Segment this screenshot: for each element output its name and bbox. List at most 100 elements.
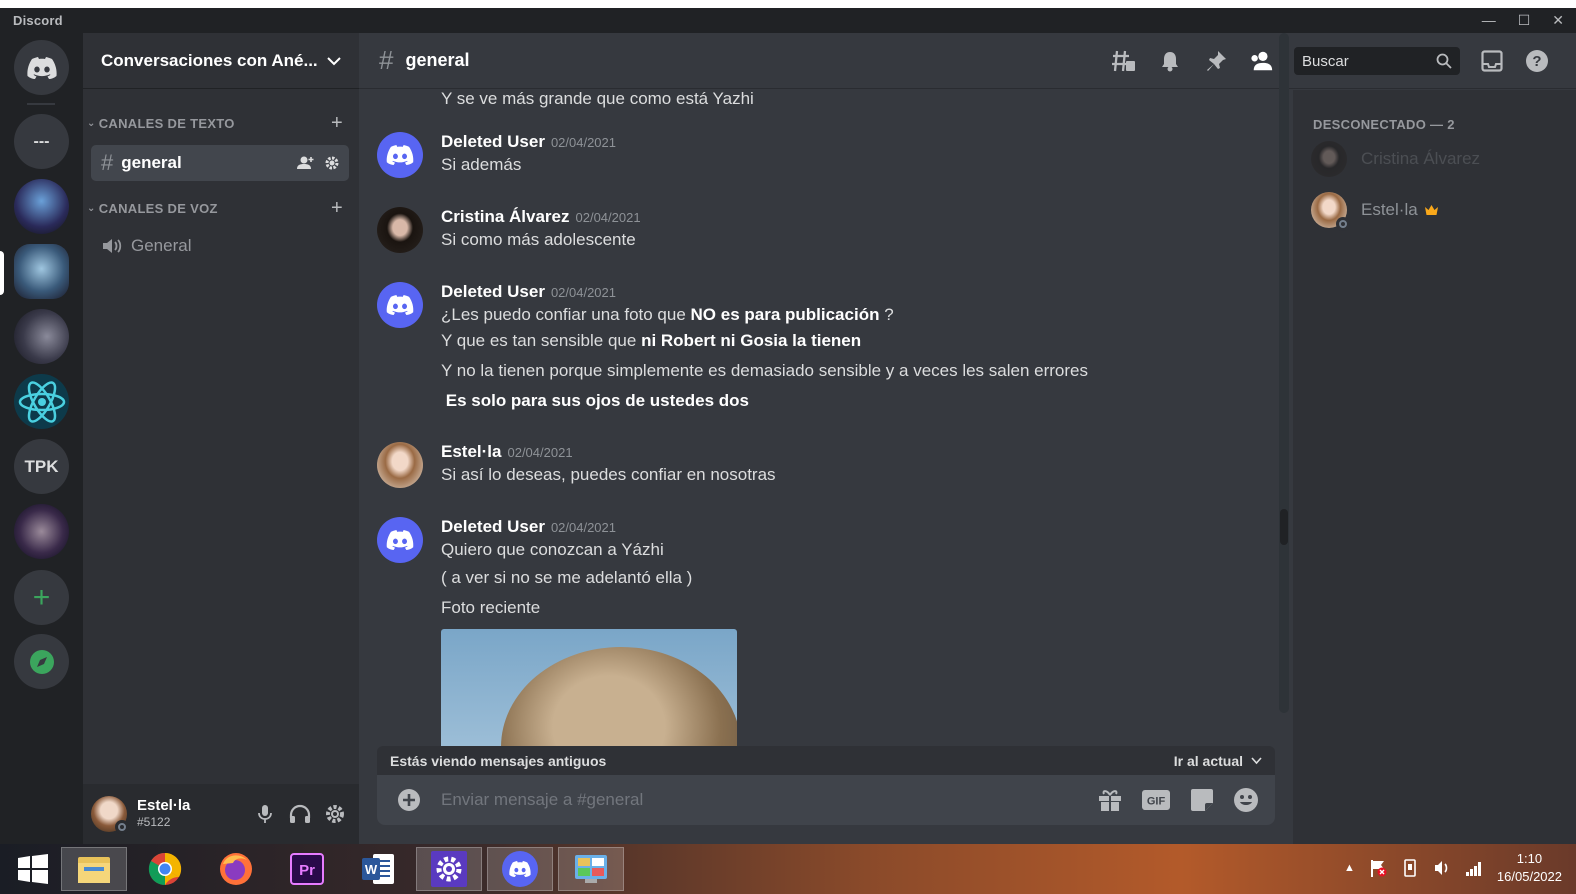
category-text-channels[interactable]: ⌄ CANALES DE TEXTO + (87, 112, 349, 135)
windows-taskbar: Pr W ▲ 1:10 16/05/2022 (0, 844, 1576, 894)
action-center-flag-icon[interactable] (1369, 859, 1387, 877)
microphone-icon[interactable] (255, 804, 275, 824)
message-text: Si además (441, 155, 522, 174)
channel-general-text[interactable]: # general (91, 145, 349, 181)
taskbar-word[interactable]: W (345, 847, 411, 891)
taskbar-file-explorer[interactable] (61, 847, 127, 891)
bell-icon[interactable] (1158, 49, 1182, 73)
member-item[interactable]: Estel·la (1311, 192, 1439, 231)
chrome-icon (148, 852, 182, 886)
add-server-button[interactable]: + (14, 570, 69, 625)
message-author[interactable]: Cristina Álvarez (441, 207, 570, 226)
message-author[interactable]: Deleted User (441, 517, 545, 536)
jump-label: Ir al actual (1173, 753, 1243, 769)
gear-icon[interactable] (325, 804, 345, 824)
guild-server-tpk[interactable]: TPK (14, 439, 69, 494)
channel-title: general (405, 50, 470, 70)
gear-icon[interactable] (325, 156, 339, 170)
avatar[interactable] (91, 796, 129, 834)
discord-logo-icon (509, 861, 531, 877)
help-icon[interactable]: ? (1525, 49, 1549, 73)
create-channel-button[interactable]: + (331, 112, 343, 135)
channel-sidebar: Conversaciones con Ané... ⌄ CANALES DE T… (83, 33, 359, 844)
pin-icon[interactable] (1204, 49, 1228, 73)
compass-icon (29, 649, 54, 674)
taskbar-premiere[interactable]: Pr (274, 847, 340, 891)
svg-text:GIF: GIF (1147, 796, 1166, 808)
message-text: Foto reciente (441, 598, 541, 617)
discord-logo-icon (386, 295, 414, 315)
message-author[interactable]: Deleted User (441, 282, 545, 301)
username: Estel·la (137, 797, 191, 814)
server-header[interactable]: Conversaciones con Ané... (83, 33, 359, 89)
taskbar-chrome[interactable] (132, 847, 198, 891)
members-icon[interactable] (1250, 49, 1274, 73)
category-voice-channels[interactable]: ⌄ CANALES DE VOZ + (87, 197, 349, 220)
member-item[interactable]: Cristina Álvarez (1311, 141, 1480, 177)
window-controls: — ☐ ✕ (1482, 12, 1564, 29)
gift-icon[interactable] (1097, 788, 1123, 812)
inbox-icon[interactable] (1480, 49, 1504, 73)
avatar[interactable] (377, 442, 423, 488)
clock-time: 1:10 (1516, 851, 1543, 866)
channel-label: General (131, 236, 192, 255)
guild-server-4[interactable] (14, 309, 69, 364)
start-button[interactable] (0, 847, 66, 891)
chevron-up-icon[interactable]: ▲ (1344, 862, 1355, 874)
taskbar-settings[interactable] (416, 847, 482, 891)
volume-icon[interactable] (1433, 859, 1451, 877)
avatar[interactable] (377, 517, 423, 563)
message-text: Si así lo deseas, puedes confiar en noso… (441, 465, 776, 484)
guild-server-2[interactable] (14, 179, 69, 234)
gif-icon[interactable]: GIF (1141, 789, 1171, 811)
sticker-icon[interactable] (1189, 787, 1215, 813)
title-bar: Discord — ☐ ✕ (0, 8, 1576, 33)
scrollbar-track[interactable] (1279, 33, 1289, 713)
message-timestamp: 02/04/2021 (550, 520, 617, 535)
message-text: ( a ver si no se me adelantó ella ) (441, 568, 693, 587)
windows-logo-icon (18, 854, 48, 884)
home-button[interactable] (14, 40, 69, 95)
emoji-icon[interactable] (1233, 787, 1259, 813)
avatar[interactable] (377, 132, 423, 178)
explore-servers-button[interactable] (14, 634, 69, 689)
status-offline-icon (115, 820, 129, 834)
svg-text:W: W (365, 862, 378, 877)
message-author[interactable]: Deleted User (441, 132, 545, 151)
avatar[interactable] (377, 282, 423, 328)
maximize-button[interactable]: ☐ (1518, 12, 1531, 29)
status-offline-icon (1336, 217, 1350, 231)
network-icon[interactable] (1465, 859, 1483, 877)
headphones-icon[interactable] (289, 804, 311, 824)
guild-server-7[interactable] (14, 504, 69, 559)
avatar (1311, 141, 1347, 177)
add-attachment-icon[interactable] (397, 788, 421, 812)
guild-server-3-active[interactable] (14, 244, 69, 299)
app-title: Discord (13, 13, 63, 28)
taskbar-control-panel[interactable] (558, 847, 624, 891)
active-guild-indicator (0, 251, 4, 295)
close-button[interactable]: ✕ (1552, 12, 1564, 29)
system-tray: ▲ 1:10 16/05/2022 (1344, 850, 1562, 886)
jump-to-present-button[interactable]: Ir al actual (1174, 753, 1262, 769)
message-author[interactable]: Estel·la (441, 442, 501, 461)
svg-text:?: ? (1532, 53, 1541, 70)
channel-general-voice[interactable]: General (91, 228, 349, 264)
message-timestamp: 02/04/2021 (550, 285, 617, 300)
chevron-down-icon (327, 56, 341, 65)
avatar[interactable] (377, 207, 423, 253)
search-input[interactable]: Buscar (1294, 47, 1460, 75)
clock[interactable]: 1:10 16/05/2022 (1497, 850, 1562, 886)
create-channel-button[interactable]: + (331, 197, 343, 220)
threads-icon[interactable] (1112, 49, 1136, 73)
taskbar-discord[interactable] (487, 847, 553, 891)
minimize-button[interactable]: — (1482, 12, 1496, 29)
device-icon[interactable] (1401, 859, 1419, 877)
message-input[interactable]: Enviar mensaje a #general (441, 790, 643, 810)
scrollbar-thumb[interactable] (1280, 509, 1288, 545)
guild-dm-server[interactable]: --- (14, 114, 69, 169)
invite-icon[interactable] (297, 156, 315, 170)
old-messages-text: Estás viendo mensajes antiguos (390, 753, 607, 769)
guild-server-5[interactable] (14, 374, 69, 429)
taskbar-firefox[interactable] (203, 847, 269, 891)
